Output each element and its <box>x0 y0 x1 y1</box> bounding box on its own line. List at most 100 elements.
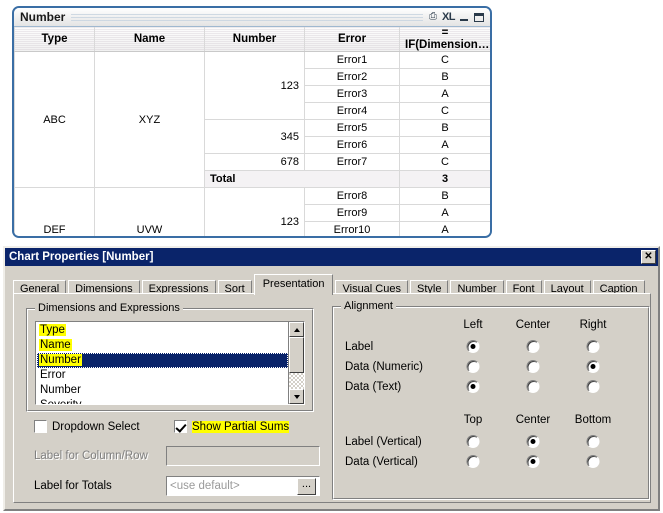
column-header-number[interactable]: Number <box>204 27 305 52</box>
pivot-table-window: Number ⎙ XL Type Name Number Error = IF(… <box>12 6 492 238</box>
dropdown-select-label: Dropdown Select <box>52 420 140 433</box>
align-row-data-text-label: Data (Text) <box>345 381 402 393</box>
list-item[interactable]: Name <box>37 338 288 353</box>
dimensions-expressions-listbox[interactable]: Type Name Number Error Number <box>35 321 305 405</box>
align-header-right: Right <box>579 319 607 331</box>
valign-header-bottom: Bottom <box>574 414 612 426</box>
cell-error: Error10 <box>304 221 400 236</box>
tab-strip: General Dimensions Expressions Sort Pres… <box>13 273 658 297</box>
cell-error: Error6 <box>304 136 400 154</box>
list-item-label: Number <box>40 384 81 396</box>
cell-expression: B <box>399 187 490 205</box>
table-body: ABC XYZ 123 Error1 C Error2 B Error3 A E… <box>14 51 490 236</box>
radio-label-vertical-top[interactable] <box>466 435 480 448</box>
radio-data-text-right[interactable] <box>586 380 600 393</box>
presentation-tab-page: Dimensions and Expressions Type Name Num… <box>13 293 651 503</box>
cell-error: Error8 <box>304 187 400 205</box>
radio-data-text-left[interactable] <box>466 380 480 393</box>
radio-data-vertical-center[interactable] <box>526 455 540 468</box>
close-icon[interactable]: ✕ <box>641 250 656 264</box>
scrollbar-track[interactable] <box>289 337 304 389</box>
cell-name: UVW <box>94 187 205 236</box>
label-for-totals-row: Label for Totals <use default> ... <box>34 476 320 496</box>
list-item-selected[interactable]: Number <box>37 353 288 368</box>
radio-data-numeric-left[interactable] <box>466 360 480 373</box>
listbox-scrollbar[interactable] <box>288 322 304 404</box>
tab-presentation[interactable]: Presentation <box>253 274 334 295</box>
list-item[interactable]: Error <box>37 368 288 383</box>
label-for-totals-browse-button[interactable]: ... <box>297 477 316 495</box>
scroll-down-icon[interactable] <box>289 389 304 404</box>
titlebar-grip <box>71 13 423 21</box>
label-for-totals-label: Label for Totals <box>34 480 112 492</box>
cell-number: 123 <box>204 187 305 236</box>
list-item-label: Type <box>39 324 66 336</box>
list-item[interactable]: Number <box>37 383 288 398</box>
label-for-totals-input[interactable]: <use default> ... <box>166 476 320 496</box>
cell-number: 678 <box>204 153 305 171</box>
valign-row-data-label: Data (Vertical) <box>345 456 418 468</box>
dialog-title: Chart Properties [Number] <box>9 251 154 263</box>
checkbox-box[interactable] <box>174 420 187 433</box>
scrollbar-thumb[interactable] <box>289 337 304 374</box>
checkbox-box[interactable] <box>34 420 47 433</box>
cell-type: ABC <box>14 51 95 188</box>
label-for-totals-placeholder: <use default> <box>170 480 240 492</box>
cell-expression: B <box>399 68 490 86</box>
radio-label-vertical-bottom[interactable] <box>586 435 600 448</box>
cell-name: XYZ <box>94 51 205 188</box>
radio-data-numeric-right[interactable] <box>586 360 600 373</box>
export-to-excel-icon[interactable]: XL <box>442 11 456 23</box>
table-header-row: Type Name Number Error = IF(Dimension… <box>14 27 490 52</box>
minimize-icon[interactable] <box>460 13 469 22</box>
radio-label-right[interactable] <box>586 340 600 353</box>
chart-properties-dialog: Chart Properties [Number] ✕ General Dime… <box>3 246 660 511</box>
cell-error: Error1 <box>304 51 400 69</box>
listbox-items: Type Name Number Error Number <box>36 322 288 404</box>
column-header-expression[interactable]: = IF(Dimension… <box>399 27 490 52</box>
cell-expression: C <box>399 153 490 171</box>
column-header-error[interactable]: Error <box>304 27 400 52</box>
align-row-data-numeric-label: Data (Numeric) <box>345 361 423 373</box>
label-for-column-row-row: Label for Column/Row <box>34 446 320 466</box>
list-item-label: Severity <box>39 399 83 404</box>
align-header-center: Center <box>515 319 551 331</box>
cell-type: DEF <box>14 187 95 236</box>
cell-error: Error5 <box>304 119 400 137</box>
list-item-label: Error <box>40 369 66 381</box>
label-for-column-row-input <box>166 446 320 466</box>
print-icon[interactable]: ⎙ <box>429 12 437 22</box>
cell-error: Error4 <box>304 102 400 120</box>
radio-data-numeric-center[interactable] <box>526 360 540 373</box>
column-header-type[interactable]: Type <box>14 27 95 52</box>
maximize-icon[interactable] <box>474 12 484 22</box>
pivot-window-title: Number <box>20 10 66 24</box>
radio-data-vertical-bottom[interactable] <box>586 455 600 468</box>
label-for-column-row-label: Label for Column/Row <box>34 450 148 462</box>
list-item-label: Name <box>39 339 72 351</box>
align-header-left: Left <box>463 319 483 331</box>
dimensions-expressions-legend: Dimensions and Expressions <box>35 302 183 314</box>
table-row: ABC XYZ 123 Error1 C <box>14 51 490 188</box>
column-header-name[interactable]: Name <box>94 27 205 52</box>
show-partial-sums-checkbox[interactable]: Show Partial Sums <box>174 420 290 433</box>
valign-row-label-label: Label (Vertical) <box>345 436 422 448</box>
pivot-table: Type Name Number Error = IF(Dimension… A… <box>14 27 490 236</box>
radio-label-vertical-center[interactable] <box>526 435 540 448</box>
radio-label-left[interactable] <box>466 340 480 353</box>
cell-error: Error7 <box>304 153 400 171</box>
cell-expression: C <box>399 51 490 69</box>
scroll-up-icon[interactable] <box>289 322 304 337</box>
total-label: Total <box>204 170 400 188</box>
list-item[interactable]: Type <box>37 323 288 338</box>
cell-number: 123 <box>204 51 305 120</box>
pivot-titlebar: Number ⎙ XL <box>14 8 490 27</box>
dropdown-select-checkbox[interactable]: Dropdown Select <box>34 420 140 433</box>
list-item[interactable]: Severity <box>37 398 288 404</box>
radio-data-vertical-top[interactable] <box>466 455 480 468</box>
alignment-grid: Left Center Right Label Data (Numeric) D… <box>333 307 649 499</box>
cell-error: Error3 <box>304 85 400 103</box>
radio-label-center[interactable] <box>526 340 540 353</box>
radio-data-text-center[interactable] <box>526 380 540 393</box>
alignment-legend: Alignment <box>341 300 396 312</box>
